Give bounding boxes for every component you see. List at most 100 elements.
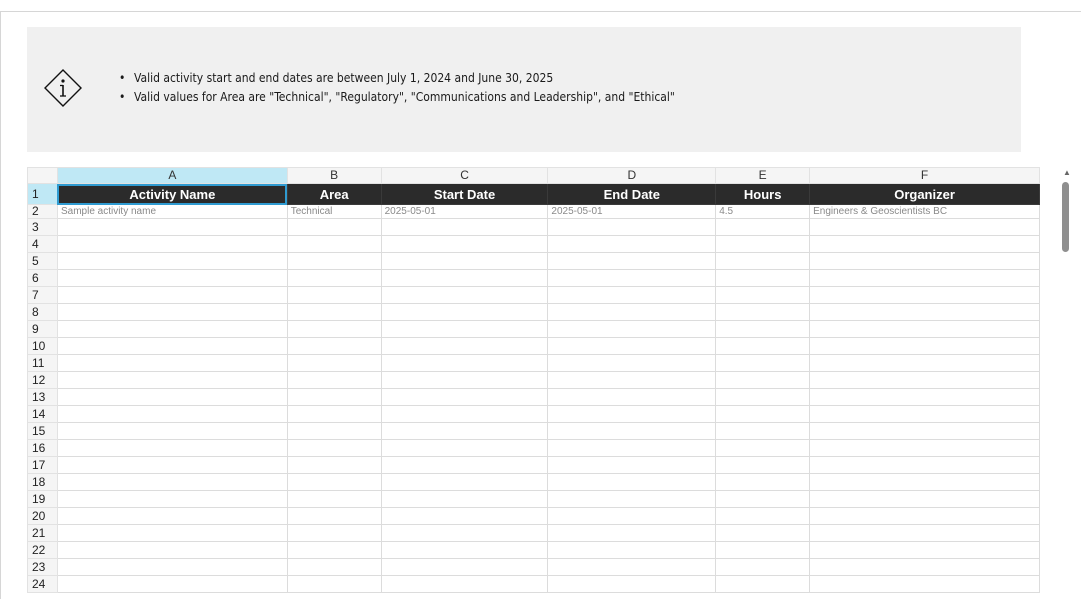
cell[interactable] bbox=[547, 235, 717, 253]
cell[interactable] bbox=[56, 439, 288, 457]
cell[interactable] bbox=[547, 218, 717, 236]
cell[interactable] bbox=[715, 541, 811, 559]
cell[interactable] bbox=[380, 524, 549, 542]
cell[interactable] bbox=[809, 252, 1040, 270]
cell[interactable] bbox=[715, 422, 811, 440]
cell[interactable] bbox=[715, 371, 811, 389]
cell[interactable] bbox=[380, 269, 549, 287]
cell[interactable] bbox=[547, 422, 717, 440]
cell[interactable] bbox=[715, 303, 811, 321]
cell[interactable] bbox=[286, 218, 382, 236]
cell[interactable] bbox=[809, 422, 1040, 440]
cell[interactable] bbox=[380, 558, 549, 576]
cell[interactable] bbox=[547, 473, 717, 491]
cell[interactable]: Engineers & Geoscientists BC bbox=[809, 204, 1040, 219]
cell[interactable] bbox=[380, 473, 549, 491]
cell[interactable] bbox=[56, 320, 288, 338]
cell[interactable] bbox=[547, 320, 717, 338]
cell[interactable] bbox=[547, 490, 717, 508]
header-cell-start-date[interactable]: Start Date bbox=[380, 183, 549, 205]
cell[interactable] bbox=[56, 388, 288, 406]
cell[interactable] bbox=[56, 473, 288, 491]
column-header-e[interactable]: E bbox=[715, 167, 811, 184]
cell[interactable] bbox=[286, 303, 382, 321]
row-number[interactable]: 16 bbox=[27, 439, 58, 457]
cell[interactable] bbox=[380, 456, 549, 474]
cell[interactable] bbox=[286, 422, 382, 440]
cell[interactable] bbox=[715, 507, 811, 525]
cell[interactable] bbox=[547, 252, 717, 270]
row-number[interactable]: 1 bbox=[27, 183, 58, 205]
cell[interactable] bbox=[715, 490, 811, 508]
cell[interactable] bbox=[286, 252, 382, 270]
spreadsheet-table[interactable]: A B C D E F 1 Activity Name Area Start D… bbox=[27, 167, 1040, 593]
cell[interactable] bbox=[286, 507, 382, 525]
cell[interactable] bbox=[809, 286, 1040, 304]
cell[interactable] bbox=[380, 337, 549, 355]
cell[interactable] bbox=[56, 558, 288, 576]
cell[interactable] bbox=[56, 507, 288, 525]
cell[interactable] bbox=[715, 269, 811, 287]
cell[interactable] bbox=[286, 388, 382, 406]
row-number[interactable]: 18 bbox=[27, 473, 58, 491]
cell[interactable] bbox=[56, 456, 288, 474]
cell[interactable] bbox=[286, 490, 382, 508]
cell[interactable] bbox=[547, 354, 717, 372]
header-cell-activity-name[interactable]: Activity Name bbox=[56, 183, 288, 205]
row-number[interactable]: 10 bbox=[27, 337, 58, 355]
cell[interactable] bbox=[56, 286, 288, 304]
select-all-corner[interactable] bbox=[27, 167, 58, 184]
cell[interactable] bbox=[547, 371, 717, 389]
cell[interactable] bbox=[56, 354, 288, 372]
cell[interactable] bbox=[380, 388, 549, 406]
cell[interactable] bbox=[380, 235, 549, 253]
header-cell-hours[interactable]: Hours bbox=[715, 183, 811, 205]
row-number[interactable]: 23 bbox=[27, 558, 58, 576]
cell[interactable] bbox=[380, 252, 549, 270]
cell[interactable] bbox=[809, 439, 1040, 457]
cell[interactable] bbox=[380, 218, 549, 236]
cell[interactable] bbox=[547, 405, 717, 423]
row-number[interactable]: 11 bbox=[27, 354, 58, 372]
cell[interactable] bbox=[809, 473, 1040, 491]
cell[interactable] bbox=[809, 490, 1040, 508]
row-number[interactable]: 14 bbox=[27, 405, 58, 423]
column-header-f[interactable]: F bbox=[809, 167, 1040, 184]
cell[interactable] bbox=[547, 541, 717, 559]
cell[interactable] bbox=[547, 524, 717, 542]
cell[interactable] bbox=[56, 371, 288, 389]
cell[interactable]: 2025-05-01 bbox=[380, 204, 549, 219]
cell[interactable] bbox=[715, 558, 811, 576]
cell[interactable] bbox=[286, 439, 382, 457]
row-number[interactable]: 24 bbox=[27, 575, 58, 593]
cell[interactable] bbox=[286, 269, 382, 287]
cell[interactable] bbox=[809, 405, 1040, 423]
cell[interactable] bbox=[547, 337, 717, 355]
cell[interactable] bbox=[286, 320, 382, 338]
cell[interactable] bbox=[56, 269, 288, 287]
cell[interactable] bbox=[809, 218, 1040, 236]
cell[interactable] bbox=[380, 490, 549, 508]
cell[interactable] bbox=[809, 388, 1040, 406]
cell[interactable] bbox=[809, 507, 1040, 525]
cell[interactable] bbox=[715, 473, 811, 491]
column-header-b[interactable]: B bbox=[286, 167, 382, 184]
row-number[interactable]: 7 bbox=[27, 286, 58, 304]
row-number[interactable]: 22 bbox=[27, 541, 58, 559]
cell[interactable] bbox=[56, 252, 288, 270]
row-number[interactable]: 13 bbox=[27, 388, 58, 406]
cell[interactable] bbox=[380, 354, 549, 372]
cell[interactable] bbox=[286, 337, 382, 355]
cell[interactable] bbox=[380, 303, 549, 321]
row-number[interactable]: 19 bbox=[27, 490, 58, 508]
cell[interactable]: Sample activity name bbox=[56, 204, 288, 219]
cell[interactable] bbox=[809, 524, 1040, 542]
row-number[interactable]: 20 bbox=[27, 507, 58, 525]
spreadsheet-grid[interactable]: A B C D E F 1 Activity Name Area Start D… bbox=[27, 167, 1040, 599]
cell[interactable] bbox=[547, 507, 717, 525]
cell[interactable] bbox=[286, 235, 382, 253]
cell[interactable] bbox=[380, 575, 549, 593]
cell[interactable] bbox=[547, 303, 717, 321]
cell[interactable] bbox=[809, 575, 1040, 593]
cell[interactable] bbox=[715, 286, 811, 304]
